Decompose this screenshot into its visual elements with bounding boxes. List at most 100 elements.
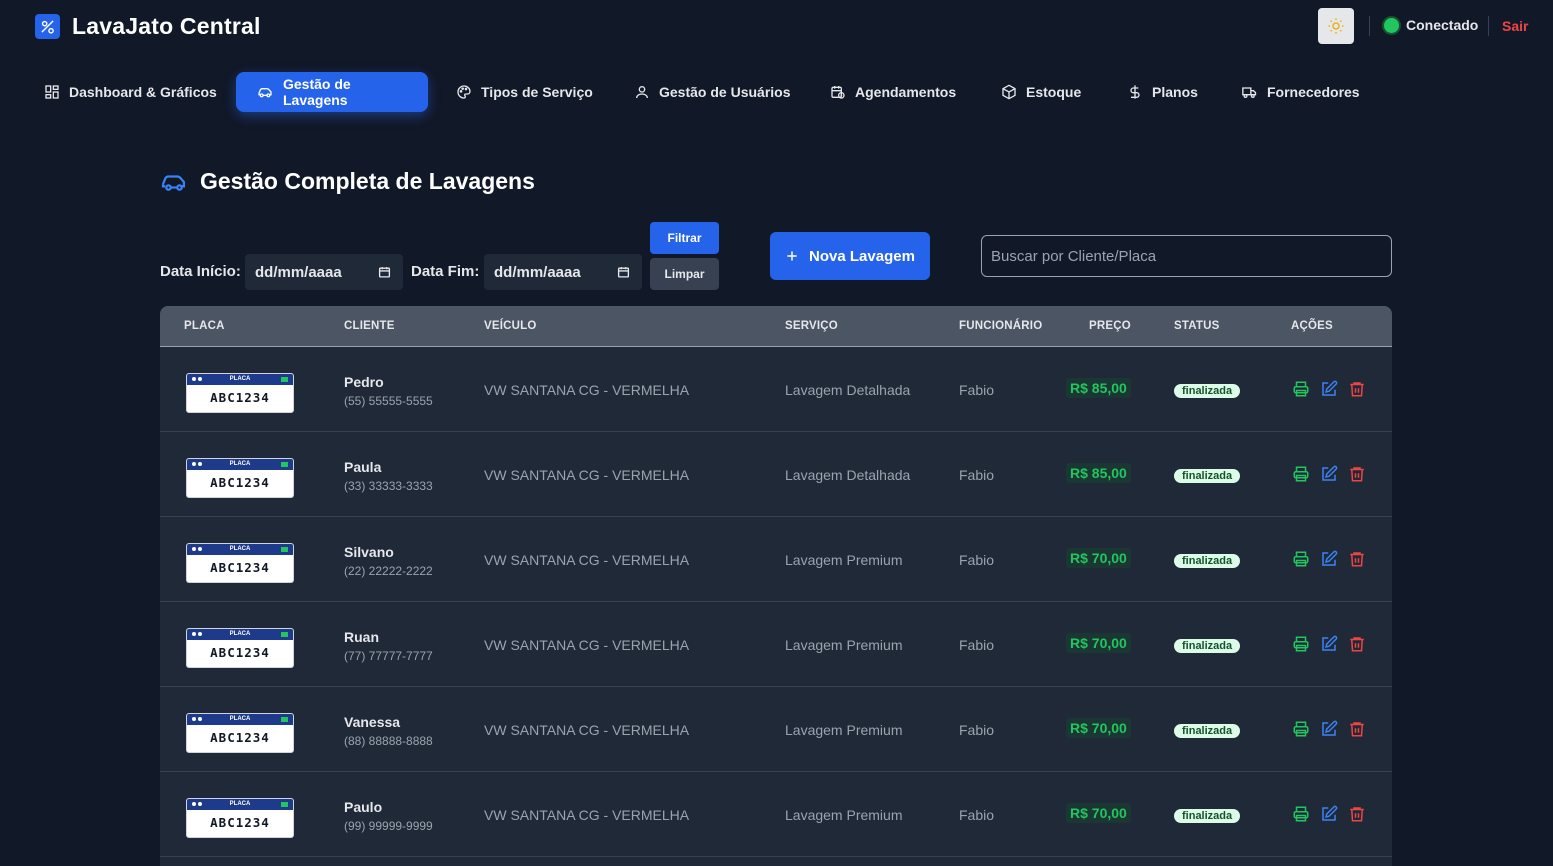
nav-label: Gestão de Usuários [659, 84, 791, 100]
delete-button[interactable] [1347, 719, 1366, 738]
delete-button[interactable] [1347, 464, 1366, 483]
clear-button[interactable]: Limpar [650, 258, 719, 290]
nav-item-agendamentos[interactable]: Agendamentos [821, 72, 965, 112]
nav-item-fornecedores[interactable]: Fornecedores [1232, 72, 1369, 112]
service: Lavagem Premium [785, 722, 903, 738]
edit-button[interactable] [1319, 464, 1338, 483]
nav-item-estoque[interactable]: Estoque [992, 72, 1090, 112]
plate-number: ABC1234 [210, 730, 270, 745]
price: R$ 85,00 [1066, 463, 1131, 483]
end-date-input[interactable]: dd/mm/aaaa [484, 254, 642, 290]
car-icon [258, 88, 272, 98]
filter-button[interactable]: Filtrar [650, 222, 719, 254]
plate-header-text: PLACA [229, 376, 251, 382]
license-plate: PLACA ABC1234 [186, 798, 294, 838]
trash-icon [1349, 551, 1364, 566]
plate-flag-icon [281, 377, 288, 382]
nav-item-dashboard[interactable]: Dashboard & Gráficos [35, 72, 226, 112]
plate-header-text: PLACA [229, 716, 251, 722]
print-button[interactable] [1291, 719, 1310, 738]
plate-flag-icon [281, 717, 288, 722]
printer-icon [1293, 466, 1308, 481]
trash-icon [1349, 466, 1364, 481]
status-badge: finalizada [1174, 554, 1241, 568]
plate-header: PLACA [187, 374, 293, 385]
client-name: Ruan [344, 629, 379, 645]
nav-label: Dashboard & Gráficos [69, 84, 217, 100]
status-badge: finalizada [1174, 384, 1241, 398]
print-button[interactable] [1291, 379, 1310, 398]
client-phone: (55) 55555-5555 [344, 394, 433, 408]
plate-dots [192, 802, 202, 806]
calendar-clock-icon [831, 86, 845, 99]
brand: LavaJato Central [35, 13, 261, 40]
plate-number: ABC1234 [210, 815, 270, 830]
vehicle: VW SANTANA CG - VERMELHA [484, 637, 690, 653]
plate-header-text: PLACA [229, 631, 251, 637]
edit-button[interactable] [1319, 549, 1338, 568]
print-button[interactable] [1291, 464, 1310, 483]
service: Lavagem Premium [785, 552, 903, 568]
logout-link[interactable]: Sair [1502, 18, 1528, 34]
header-preco: PREÇO [1089, 320, 1131, 332]
delete-button[interactable] [1347, 804, 1366, 823]
edit-button[interactable] [1319, 719, 1338, 738]
row-actions [1291, 549, 1366, 568]
client-phone: (22) 22222-2222 [344, 564, 433, 578]
new-wash-button[interactable]: Nova Lavagem [770, 232, 930, 280]
client-name: Paula [344, 459, 382, 475]
plate-header-text: PLACA [229, 801, 251, 807]
calendar-icon[interactable] [378, 265, 391, 279]
grid-icon [45, 85, 59, 99]
trash-icon [1349, 381, 1364, 396]
print-button[interactable] [1291, 804, 1310, 823]
plate-header: PLACA [187, 459, 293, 470]
price: R$ 70,00 [1066, 633, 1131, 653]
plate-header: PLACA [187, 799, 293, 810]
plate-number: ABC1234 [210, 560, 270, 575]
edit-button[interactable] [1319, 804, 1338, 823]
plate-header-text: PLACA [229, 461, 251, 467]
start-date-input[interactable]: dd/mm/aaaa [245, 254, 403, 290]
print-button[interactable] [1291, 549, 1310, 568]
plate-header: PLACA [187, 714, 293, 725]
edit-icon [1321, 465, 1337, 481]
plus-icon [787, 251, 797, 261]
search-input[interactable] [981, 235, 1392, 277]
end-date-label: Data Fim: [411, 263, 480, 280]
status-badge: finalizada [1174, 639, 1241, 653]
header-cliente: CLIENTE [344, 320, 395, 332]
plate-number: ABC1234 [210, 475, 270, 490]
edit-icon [1321, 380, 1337, 396]
plate-dots [192, 462, 202, 466]
edit-button[interactable] [1319, 634, 1338, 653]
nav-item-tipos-servico[interactable]: Tipos de Serviço [447, 72, 602, 112]
nav-item-planos[interactable]: Planos [1118, 72, 1207, 112]
nav-label: Agendamentos [855, 84, 957, 100]
nav-item-lavagens[interactable]: Gestão de Lavagens [236, 72, 428, 112]
service: Lavagem Premium [785, 807, 903, 823]
status-badge: finalizada [1174, 469, 1241, 483]
plate-flag-icon [281, 547, 288, 552]
license-plate: PLACA ABC1234 [186, 713, 294, 753]
plate-header-text: PLACA [229, 546, 251, 552]
nav-label: Fornecedores [1267, 84, 1360, 100]
nav-item-usuarios[interactable]: Gestão de Usuários [625, 72, 800, 112]
delete-button[interactable] [1347, 549, 1366, 568]
price: R$ 85,00 [1066, 378, 1131, 398]
edit-button[interactable] [1319, 379, 1338, 398]
edit-icon [1321, 550, 1337, 566]
theme-toggle-button[interactable] [1318, 8, 1354, 44]
print-button[interactable] [1291, 634, 1310, 653]
printer-icon [1293, 636, 1308, 651]
delete-button[interactable] [1347, 634, 1366, 653]
calendar-icon[interactable] [617, 265, 630, 279]
delete-button[interactable] [1347, 379, 1366, 398]
user-icon [636, 86, 648, 99]
washes-table: PLACA CLIENTE VEÍCULO SERVIÇO FUNCIONÁRI… [160, 306, 1392, 866]
page-title: Gestão Completa de Lavagens [160, 168, 535, 195]
vehicle: VW SANTANA CG - VERMELHA [484, 807, 690, 823]
end-date-value: dd/mm/aaaa [494, 263, 581, 281]
vehicle: VW SANTANA CG - VERMELHA [484, 722, 690, 738]
edit-icon [1321, 635, 1337, 651]
